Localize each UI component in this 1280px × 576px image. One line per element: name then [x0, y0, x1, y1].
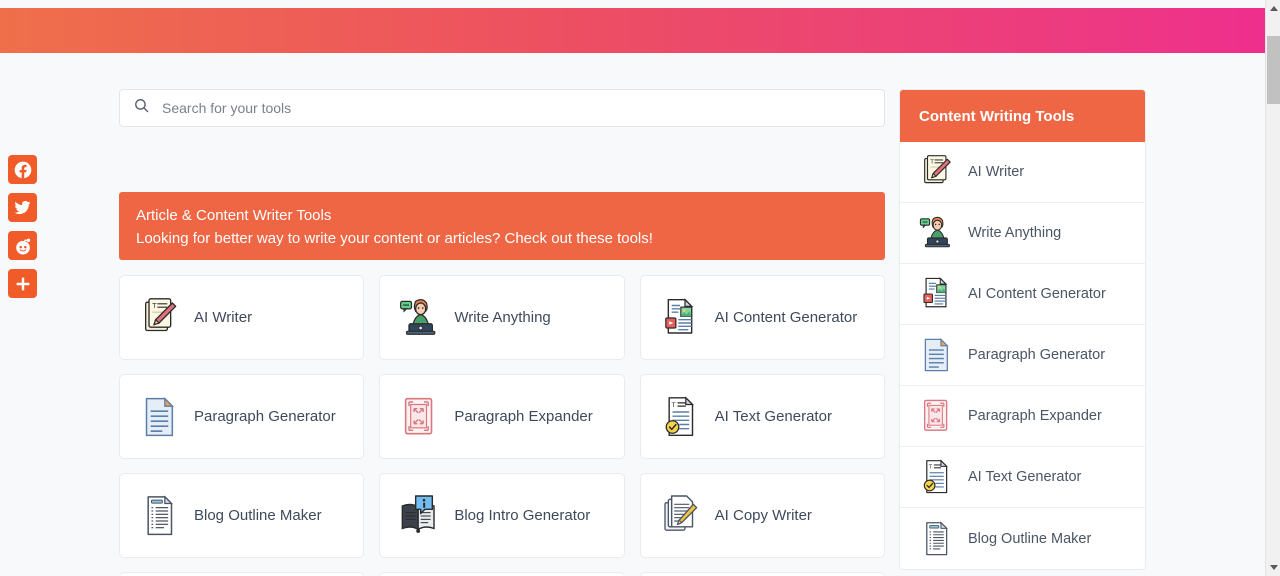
- sidebar-item[interactable]: Paragraph Expander: [900, 386, 1145, 447]
- sidebar-item[interactable]: T AI Writer: [900, 142, 1145, 203]
- tool-card[interactable]: Blog Intro Generator: [379, 473, 624, 558]
- blog-intro-generator-icon: [399, 494, 439, 538]
- ai-writer-icon: T: [919, 153, 953, 191]
- sidebar-item[interactable]: Write Anything: [900, 203, 1145, 264]
- plus-icon: [14, 275, 32, 293]
- search-box[interactable]: [119, 89, 885, 127]
- ai-text-generator-icon: T: [660, 395, 700, 439]
- search-icon: [133, 97, 150, 119]
- facebook-icon: [13, 160, 33, 180]
- tool-card-label: AI Writer: [194, 308, 252, 327]
- tool-card-label: Paragraph Generator: [194, 407, 336, 426]
- chevron-up-icon: [1270, 6, 1278, 11]
- sidebar-item[interactable]: Blog Outline Maker: [900, 508, 1145, 569]
- tool-card[interactable]: AI Copy Writer: [640, 473, 885, 558]
- sidebar-item-label: AI Content Generator: [968, 286, 1106, 302]
- sidebar-list: T AI Writer Write Anything: [900, 142, 1145, 569]
- paragraph-expander-icon: [399, 395, 439, 439]
- tool-card-label: AI Copy Writer: [715, 506, 812, 525]
- sidebar-item-label: Write Anything: [968, 225, 1061, 241]
- share-button-facebook[interactable]: [8, 155, 37, 184]
- reddit-icon: [13, 236, 33, 256]
- category-banner-title: Article & Content Writer Tools: [136, 205, 868, 226]
- tool-card-label: Paragraph Expander: [454, 407, 592, 426]
- tool-card-label: Blog Intro Generator: [454, 506, 590, 525]
- ai-content-generator-icon: [919, 275, 953, 313]
- top-gradient-banner: [0, 8, 1265, 53]
- sidebar-item[interactable]: T AI Text Generator: [900, 447, 1145, 508]
- main-content-area: Article & Content Writer Tools Looking f…: [0, 53, 1265, 576]
- search-bar: [119, 89, 885, 127]
- category-banner: Article & Content Writer Tools Looking f…: [119, 192, 885, 260]
- tool-card[interactable]: Paragraph Expander: [379, 374, 624, 459]
- tool-card-label: AI Content Generator: [715, 308, 858, 327]
- sidebar-item-label: Paragraph Expander: [968, 408, 1102, 424]
- tool-card[interactable]: Write Anything: [379, 275, 624, 360]
- ai-text-generator-icon: T: [919, 458, 953, 496]
- sidebar-item[interactable]: Paragraph Generator: [900, 325, 1145, 386]
- paragraph-generator-icon: [139, 395, 179, 439]
- social-share-bar: [8, 155, 37, 298]
- share-button-more[interactable]: [8, 269, 37, 298]
- tool-card[interactable]: </> Meta Description: [119, 572, 364, 576]
- tool-card-label: Write Anything: [454, 308, 550, 327]
- tools-grid: T AI Writer Write Anything: [119, 275, 885, 576]
- content-writing-tools-panel: Content Writing Tools T AI Writer Write …: [899, 89, 1146, 570]
- sidebar-item-label: AI Text Generator: [968, 469, 1081, 485]
- sidebar-panel-header: Content Writing Tools: [900, 90, 1145, 142]
- ai-writer-icon: T: [139, 296, 179, 340]
- tool-card[interactable]: Blog Outline Maker: [119, 473, 364, 558]
- write-anything-icon: [919, 214, 953, 252]
- tool-card[interactable]: BLOG AI Blog Writer: [379, 572, 624, 576]
- category-banner-subtitle: Looking for better way to write your con…: [136, 228, 868, 250]
- tool-card[interactable]: Topic Sentence: [640, 572, 885, 576]
- sidebar-item-label: Blog Outline Maker: [968, 531, 1091, 547]
- sidebar-item[interactable]: AI Content Generator: [900, 264, 1145, 325]
- tool-card[interactable]: T AI Text Generator: [640, 374, 885, 459]
- paragraph-generator-icon: [919, 336, 953, 374]
- tool-card[interactable]: T AI Writer: [119, 275, 364, 360]
- twitter-icon: [13, 198, 32, 217]
- share-button-reddit[interactable]: [8, 231, 37, 260]
- write-anything-icon: [399, 296, 439, 340]
- tool-card-label: AI Text Generator: [715, 407, 832, 426]
- tool-card-label: Blog Outline Maker: [194, 506, 322, 525]
- scroll-down-arrow[interactable]: [1266, 559, 1280, 576]
- blog-outline-maker-icon: [919, 520, 953, 558]
- blog-outline-maker-icon: [139, 494, 179, 538]
- scrollbar-thumb[interactable]: [1267, 36, 1280, 104]
- sidebar-item-label: AI Writer: [968, 164, 1024, 180]
- sidebar-item-label: Paragraph Generator: [968, 347, 1105, 363]
- paragraph-expander-icon: [919, 397, 953, 435]
- search-input[interactable]: [162, 100, 884, 116]
- svg-text:T: T: [929, 160, 934, 166]
- svg-text:T: T: [670, 402, 675, 409]
- svg-text:T: T: [928, 465, 933, 471]
- scroll-up-arrow[interactable]: [1266, 0, 1280, 17]
- ai-copy-writer-icon: [660, 494, 700, 538]
- ai-content-generator-icon: [660, 296, 700, 340]
- tool-card[interactable]: Paragraph Generator: [119, 374, 364, 459]
- tool-card[interactable]: AI Content Generator: [640, 275, 885, 360]
- chevron-down-icon: [1270, 565, 1278, 570]
- page-scrollbar[interactable]: [1265, 0, 1280, 576]
- share-button-twitter[interactable]: [8, 193, 37, 222]
